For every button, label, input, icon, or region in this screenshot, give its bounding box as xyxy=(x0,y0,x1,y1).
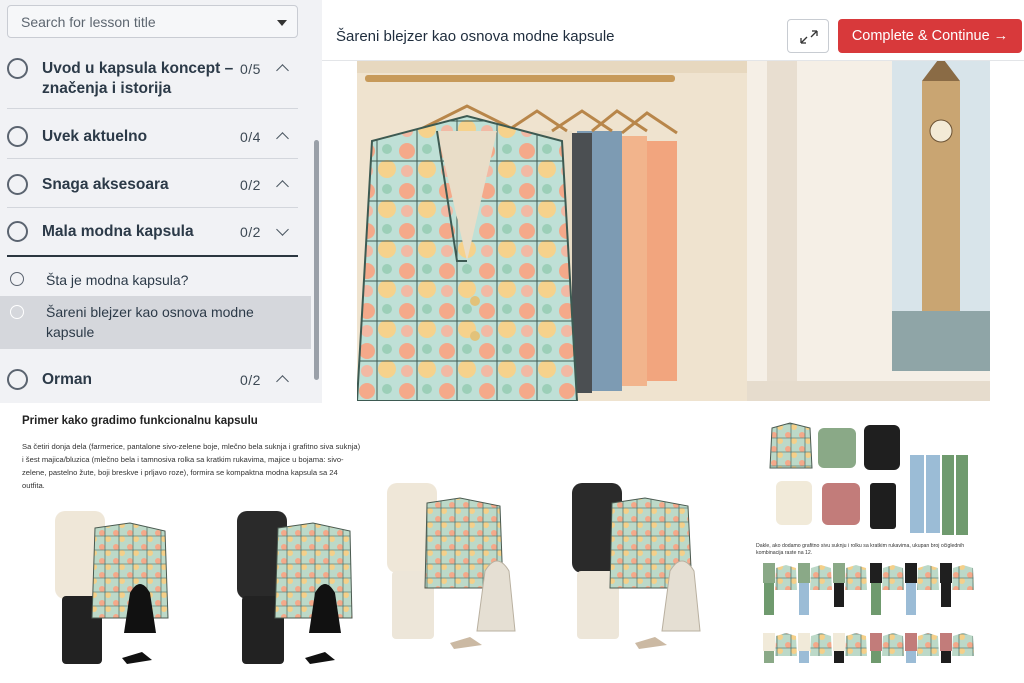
progress-circle-icon xyxy=(7,58,28,79)
search-placeholder: Search for lesson title xyxy=(21,14,156,30)
section-progress-count: 0/2 xyxy=(240,177,261,193)
lesson-title-heading: Šareni blejzer kao osnova modne kapsule xyxy=(336,28,615,45)
section-divider xyxy=(7,207,298,208)
complete-and-continue-button[interactable]: Complete & Continue → xyxy=(838,19,1022,53)
lesson-item-sta-je-modna-kapsula[interactable]: Šta je modna kapsula? xyxy=(0,260,311,296)
wardrobe-illustration xyxy=(357,61,990,401)
section-progress-count: 0/4 xyxy=(240,129,261,145)
section-divider xyxy=(7,255,298,257)
section-divider xyxy=(7,158,298,159)
section-divider xyxy=(7,108,298,109)
infographic-title: Primer kako gradimo funkcionalnu kapsulu xyxy=(22,415,258,427)
lesson-status-circle-icon xyxy=(10,305,24,319)
lesson-status-circle-icon xyxy=(10,272,24,286)
lesson-hero-image xyxy=(357,61,990,401)
sidebar-scrollbar[interactable] xyxy=(314,140,319,380)
section-uvek-aktuelno[interactable]: Uvek aktuelno 0/4 xyxy=(0,110,298,159)
section-progress-count: 0/2 xyxy=(240,372,261,388)
progress-circle-icon xyxy=(7,221,28,242)
section-title-line2: značenja i istorija xyxy=(42,80,172,97)
section-progress-count: 0/2 xyxy=(240,224,261,240)
section-snaga-aksesoara[interactable]: Snaga aksesoara 0/2 xyxy=(0,160,298,208)
lesson-title-line2: kapsule xyxy=(46,324,95,340)
infographic-description: Sa četiri donja dela (farmerice, pantalo… xyxy=(22,442,361,490)
outfit-1 xyxy=(55,511,169,664)
expand-button[interactable] xyxy=(787,19,829,53)
app-root: Search for lesson title Uvod u kapsula k… xyxy=(0,0,1024,683)
section-progress-count: 0/5 xyxy=(240,61,261,77)
lesson-title: Šareni blejzer kao osnova modne xyxy=(46,304,254,320)
section-uvod[interactable]: Uvod u kapsula koncept – značenja i isto… xyxy=(0,48,298,109)
chevron-up-icon[interactable] xyxy=(276,64,289,77)
section-mala-modna-kapsula[interactable]: Mala modna kapsula 0/2 xyxy=(0,209,298,257)
lesson-title: Šta je modna kapsula? xyxy=(46,272,189,288)
lesson-search-select[interactable]: Search for lesson title xyxy=(7,5,298,38)
lesson-item-sareni-blejzer[interactable]: Šareni blejzer kao osnova modne kapsule xyxy=(0,296,311,349)
outfit-2 xyxy=(237,511,353,664)
infographic-note: Dakle, ako dodamo grafitno sivu suknju i… xyxy=(756,543,965,556)
section-title: Snaga aksesoara xyxy=(42,176,169,193)
outfit-3 xyxy=(387,483,516,649)
chevron-down-icon[interactable] xyxy=(276,223,289,236)
lesson-header: Šareni blejzer kao osnova modne kapsule … xyxy=(322,13,1024,61)
caret-down-icon xyxy=(277,20,287,26)
progress-circle-icon xyxy=(7,174,28,195)
progress-circle-icon xyxy=(7,369,28,390)
course-sidebar: Search for lesson title Uvod u kapsula k… xyxy=(0,0,322,403)
section-title: Orman xyxy=(42,371,92,388)
chevron-up-icon[interactable] xyxy=(276,180,289,193)
expand-icon xyxy=(800,30,818,44)
chevron-up-icon[interactable] xyxy=(276,132,289,145)
chevron-up-icon[interactable] xyxy=(276,375,289,388)
section-title: Mala modna kapsula xyxy=(42,223,194,240)
capsule-pieces xyxy=(769,422,968,535)
section-title: Uvod u kapsula koncept – xyxy=(42,60,234,77)
section-orman[interactable]: Orman 0/2 xyxy=(0,356,298,403)
capsule-infographic: Primer kako gradimo funkcionalnu kapsulu… xyxy=(0,403,1024,683)
section-title: Uvek aktuelno xyxy=(42,128,148,145)
mini-outfits xyxy=(763,563,974,663)
progress-circle-icon xyxy=(7,126,28,147)
outfit-4 xyxy=(572,483,701,649)
